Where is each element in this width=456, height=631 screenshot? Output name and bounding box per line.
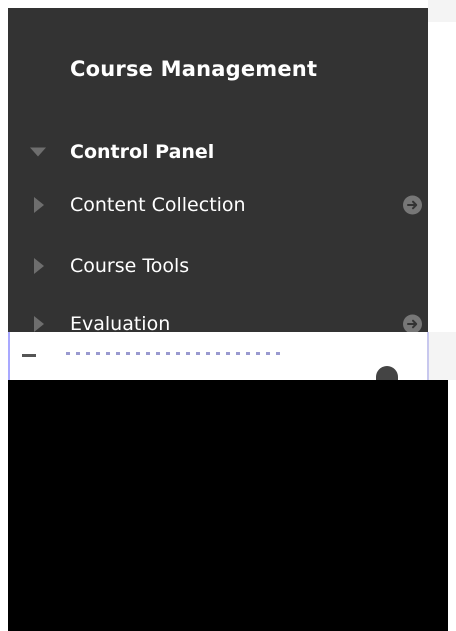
menu-item-content-collection[interactable]: Content Collection — [8, 189, 428, 221]
triangle-right-icon[interactable] — [34, 316, 44, 332]
triangle-right-icon[interactable] — [34, 197, 44, 213]
artifact-mark — [22, 354, 36, 357]
menu-item-control-panel[interactable]: Control Panel — [8, 136, 428, 168]
menu-item-label: Course Tools — [70, 255, 190, 277]
menu-item-label: Content Collection — [70, 194, 246, 216]
content-area-edge — [428, 0, 456, 22]
menu-item-evaluation[interactable]: Evaluation — [8, 308, 428, 332]
rendering-artifact-strip — [8, 332, 428, 380]
panel-heading: Course Management — [70, 57, 318, 81]
arrow-circle-right-icon[interactable] — [403, 195, 422, 215]
menu-item-course-tools[interactable]: Course Tools — [8, 250, 428, 282]
course-management-panel: Course Management Control Panel Content … — [8, 8, 428, 332]
artifact-dots — [66, 352, 286, 355]
content-area-edge — [429, 332, 456, 380]
arrow-circle-right-icon[interactable] — [403, 314, 422, 332]
redacted-region — [8, 380, 448, 631]
triangle-down-icon[interactable] — [30, 147, 46, 157]
triangle-right-icon[interactable] — [34, 258, 44, 274]
menu-item-label: Evaluation — [70, 313, 171, 332]
artifact-knob — [376, 366, 398, 380]
menu-item-label: Control Panel — [70, 141, 215, 163]
